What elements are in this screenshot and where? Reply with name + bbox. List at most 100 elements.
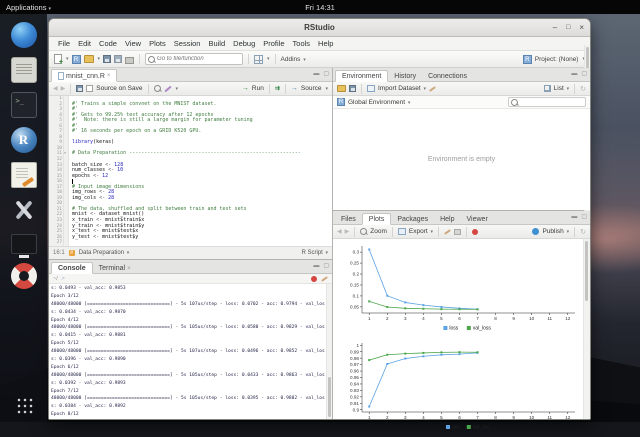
- save-workspace-icon[interactable]: [349, 85, 356, 92]
- rstudio-icon[interactable]: [11, 127, 37, 153]
- show-applications-icon[interactable]: [15, 396, 33, 414]
- maximize-button[interactable]: □: [566, 24, 570, 32]
- tools-icon[interactable]: [11, 197, 37, 223]
- open-wd-icon[interactable]: ↗: [61, 276, 65, 282]
- console-pane: Console Terminal× ▬ ▢ ~/ ↗: [49, 260, 332, 419]
- stop-icon[interactable]: [472, 229, 478, 235]
- menu-item[interactable]: View: [121, 39, 145, 48]
- minimize-pane-icon[interactable]: ▬: [571, 70, 577, 78]
- plots-scrollbar[interactable]: [583, 239, 590, 419]
- new-file-icon[interactable]: [54, 54, 62, 64]
- svg-text:12: 12: [565, 415, 571, 420]
- tab-packages[interactable]: Packages: [391, 214, 434, 224]
- open-file-icon[interactable]: [84, 55, 94, 63]
- find-replace-icon[interactable]: [154, 85, 161, 92]
- menu-item[interactable]: Profile: [259, 39, 288, 48]
- console-line: s: 0.0384 - val_acc: 0.9892: [51, 403, 325, 411]
- print-icon[interactable]: [125, 57, 134, 64]
- next-plot-icon[interactable]: ▶: [345, 228, 350, 235]
- forward-icon[interactable]: ▶: [61, 85, 66, 92]
- previous-plot-icon[interactable]: ◀: [337, 228, 342, 235]
- firefox-icon[interactable]: [11, 22, 37, 48]
- pane-layout-icon[interactable]: [254, 55, 263, 64]
- clear-environment-icon[interactable]: [429, 86, 436, 92]
- menu-item[interactable]: Plots: [145, 39, 170, 48]
- tab-history[interactable]: History: [388, 71, 422, 81]
- tab-terminal[interactable]: Terminal×: [93, 263, 137, 273]
- addins-button[interactable]: Addins ▾: [281, 56, 306, 63]
- console-scrollbar[interactable]: [326, 284, 332, 419]
- tab-files[interactable]: Files: [335, 214, 362, 224]
- maximize-pane-icon[interactable]: ▢: [581, 70, 587, 78]
- run-button[interactable]: Run: [252, 85, 264, 92]
- menu-item[interactable]: Debug: [229, 39, 259, 48]
- text-editor-icon[interactable]: [11, 162, 37, 188]
- publish-button[interactable]: Publish ▾: [542, 228, 569, 235]
- menu-item[interactable]: Edit: [74, 39, 95, 48]
- import-dataset-button[interactable]: Import Dataset ▾: [378, 85, 426, 92]
- close-tab-icon[interactable]: ×: [127, 266, 131, 272]
- close-tab-icon[interactable]: ×: [107, 73, 111, 79]
- save-icon[interactable]: [103, 55, 111, 63]
- minimize-pane-icon[interactable]: ▬: [313, 70, 319, 78]
- tab-connections[interactable]: Connections: [422, 71, 473, 81]
- source-icon: →: [291, 85, 298, 92]
- code-tools-icon[interactable]: [164, 85, 171, 92]
- file-type-selector[interactable]: R Script ▾: [301, 250, 328, 256]
- menu-item[interactable]: File: [54, 39, 74, 48]
- clear-console-icon[interactable]: [321, 276, 328, 282]
- load-workspace-icon[interactable]: [337, 85, 346, 92]
- files-icon[interactable]: [11, 57, 37, 83]
- zoom-button[interactable]: Zoom: [370, 228, 387, 235]
- window-titlebar[interactable]: RStudio – □ ×: [49, 19, 590, 37]
- tab-help[interactable]: Help: [434, 214, 460, 224]
- tab-viewer[interactable]: Viewer: [461, 214, 494, 224]
- maximize-pane-icon[interactable]: ▢: [323, 262, 329, 270]
- source-button[interactable]: Source: [301, 85, 322, 92]
- menu-item[interactable]: Session: [170, 39, 205, 48]
- tab-console[interactable]: Console: [51, 262, 93, 274]
- save-all-icon[interactable]: [114, 55, 122, 63]
- new-project-icon[interactable]: R: [72, 55, 81, 64]
- project-selector[interactable]: R Project: (None) ▾: [523, 55, 585, 64]
- minimize-pane-icon[interactable]: ▬: [313, 262, 319, 270]
- rerun-icon[interactable]: ⇉: [275, 85, 280, 92]
- r-scope-icon: R: [337, 98, 345, 106]
- list-view-selector[interactable]: List ▾: [554, 85, 569, 92]
- maximize-pane-icon[interactable]: ▢: [323, 70, 329, 78]
- tab-environment[interactable]: Environment: [335, 70, 388, 82]
- code-editor[interactable]: 1 2 #' Trains a simple convnet on the MN…: [49, 96, 332, 246]
- menu-item[interactable]: Code: [95, 39, 121, 48]
- publish-icon: [532, 228, 539, 235]
- maximize-pane-icon[interactable]: ▢: [581, 213, 587, 221]
- help-icon[interactable]: [11, 263, 37, 289]
- menu-item[interactable]: Help: [314, 39, 337, 48]
- tab-plots[interactable]: Plots: [362, 213, 392, 225]
- minimize-button[interactable]: –: [553, 24, 557, 32]
- section-selector[interactable]: Data Preparation ▾: [79, 250, 130, 256]
- clock[interactable]: Fri 14:31: [0, 3, 640, 12]
- environment-search[interactable]: [508, 97, 586, 107]
- remove-plot-icon[interactable]: [444, 229, 451, 235]
- export-button[interactable]: Export ▾: [409, 228, 433, 235]
- back-icon[interactable]: ◀: [53, 85, 58, 92]
- tab-mnist-cnn[interactable]: mnist_cnn.R ×: [51, 69, 117, 82]
- terminal-icon[interactable]: [11, 92, 37, 118]
- console-output[interactable]: s: 0.0493 - val_acc: 0.9853Epoch 3/12480…: [49, 284, 332, 419]
- refresh-plots-icon[interactable]: ↻: [580, 228, 586, 236]
- goto-file-input[interactable]: [157, 56, 240, 62]
- display-icon[interactable]: [11, 234, 37, 254]
- console-toolbar: ~/ ↗: [49, 274, 332, 284]
- goto-file-search[interactable]: [145, 53, 243, 65]
- clear-plots-icon[interactable]: [454, 229, 461, 235]
- close-button[interactable]: ×: [579, 24, 584, 32]
- minimize-pane-icon[interactable]: ▬: [571, 213, 577, 221]
- menu-item[interactable]: Tools: [289, 39, 315, 48]
- scope-selector[interactable]: Global Environment ▾: [348, 99, 410, 106]
- refresh-icon[interactable]: ↻: [580, 85, 586, 93]
- save-source-icon[interactable]: [76, 85, 83, 92]
- source-on-save-checkbox[interactable]: [86, 85, 93, 92]
- interrupt-r-button[interactable]: [311, 276, 317, 282]
- menu-item[interactable]: Build: [204, 39, 229, 48]
- svg-text:9: 9: [512, 415, 515, 420]
